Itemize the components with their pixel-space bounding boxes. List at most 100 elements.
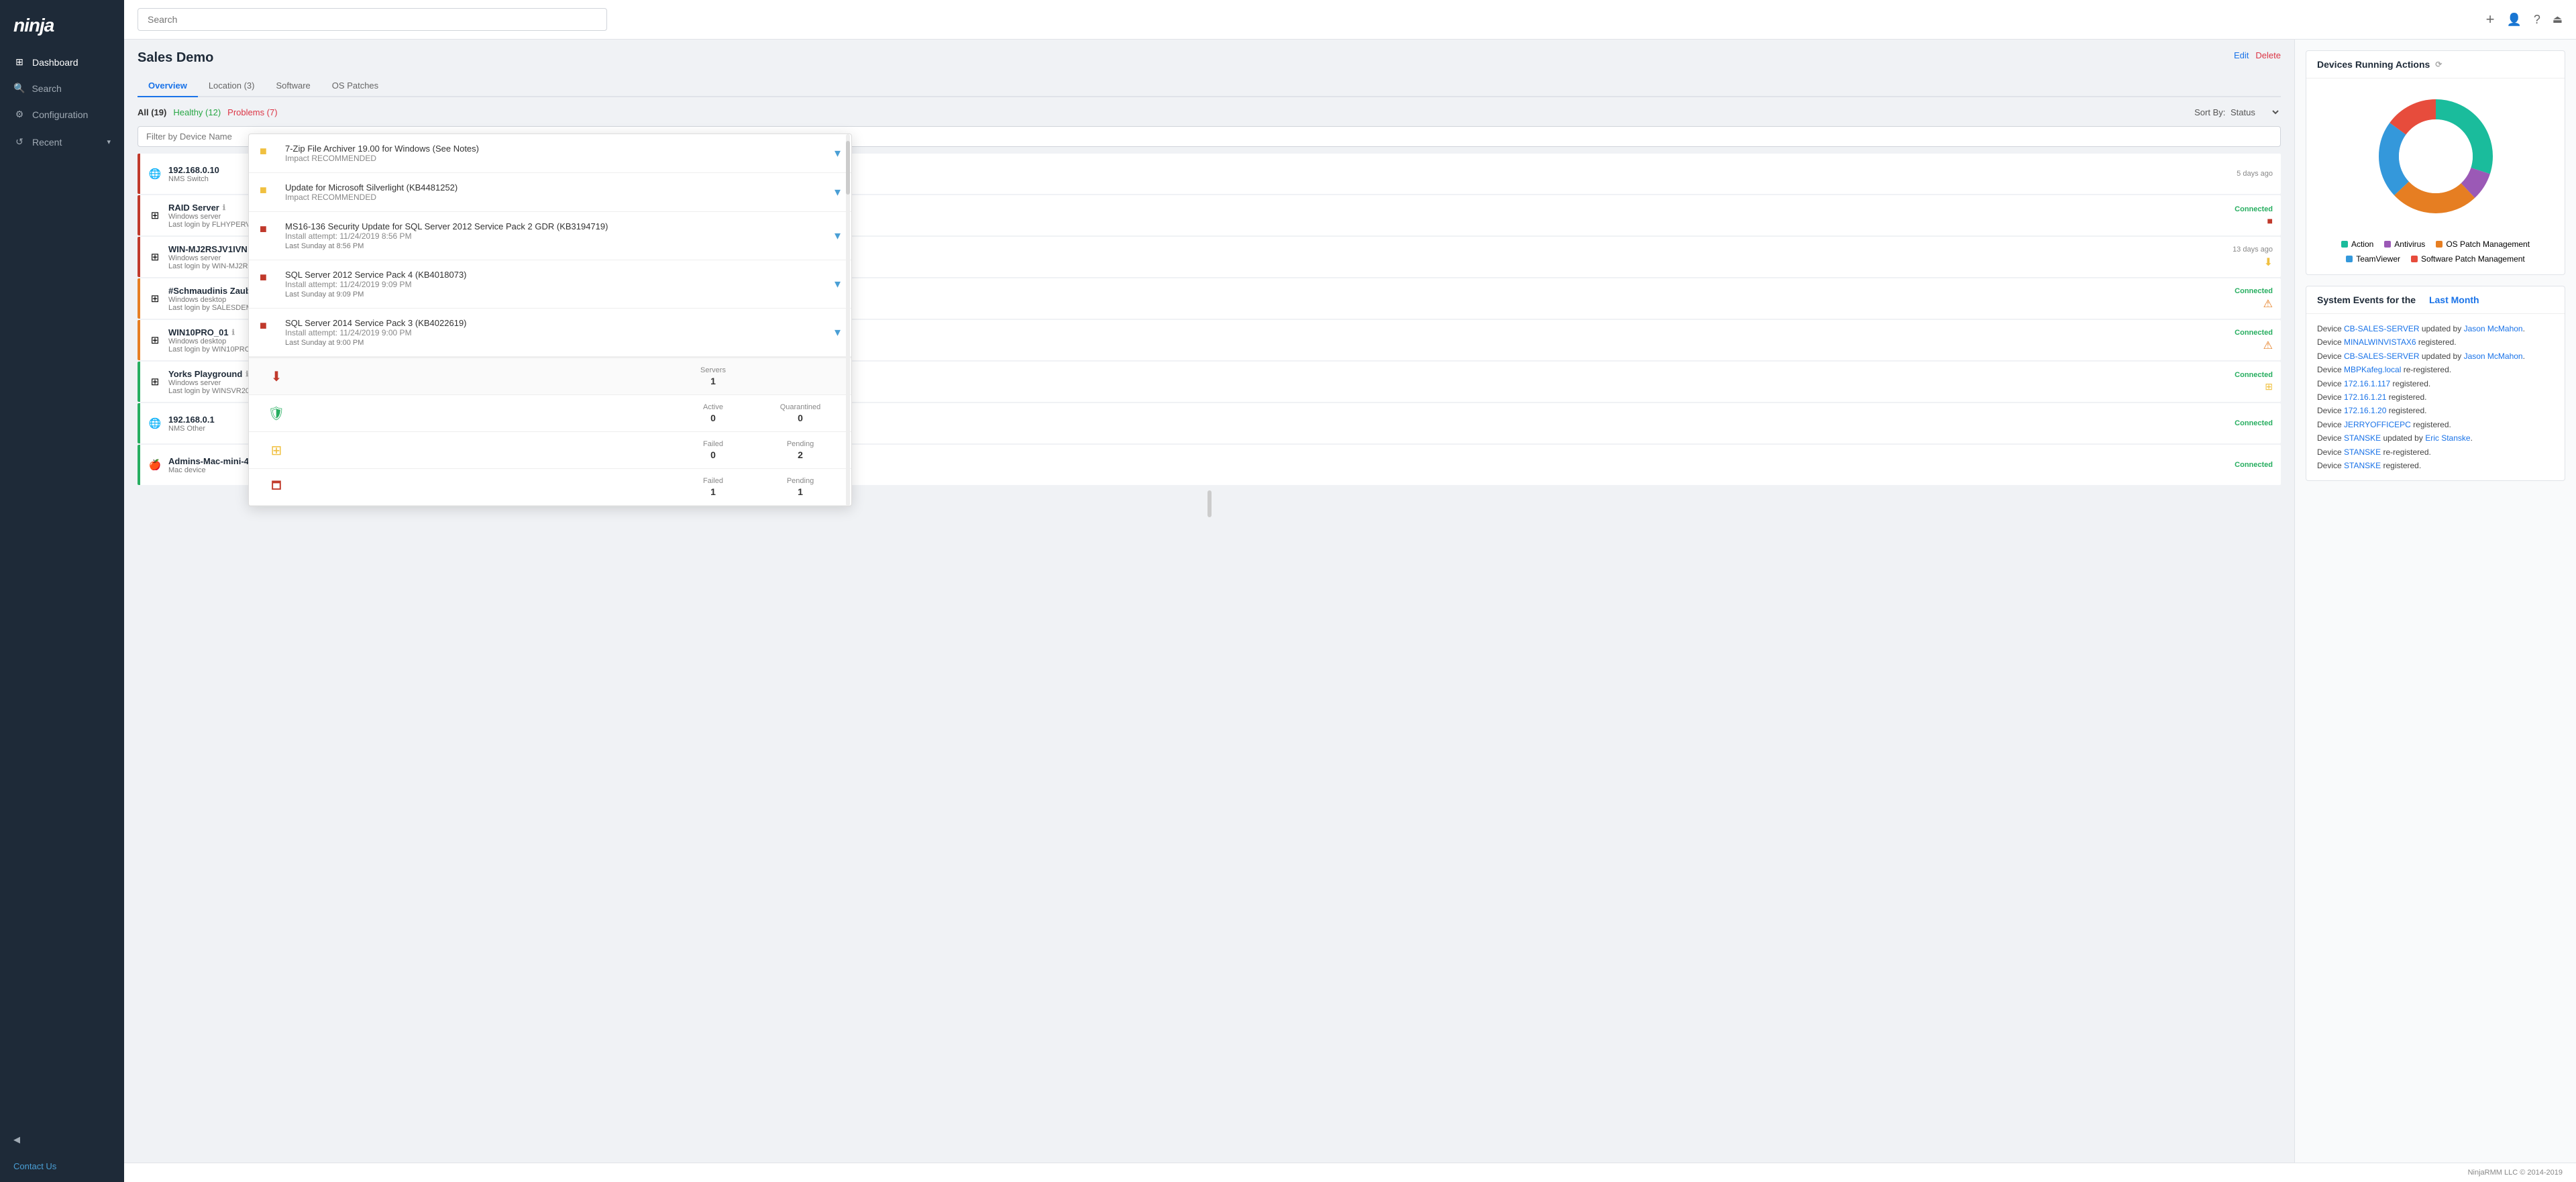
sort-select[interactable]: Status Name Last Seen — [2228, 107, 2281, 118]
filter-problems[interactable]: Problems (7) — [227, 107, 277, 117]
device-status: Connected — [2235, 419, 2273, 427]
device-status: 5 days ago — [2237, 170, 2273, 178]
event-item: Device MBPKafeg.local re-registered. — [2317, 363, 2554, 376]
patch-content: Update for Microsoft Silverlight (KB4481… — [285, 182, 825, 202]
download-icon: ⬇ — [2264, 256, 2273, 269]
patch-item[interactable]: ■ SQL Server 2012 Service Pack 4 (KB4018… — [249, 260, 851, 309]
expand-icon[interactable]: ▾ — [835, 229, 841, 243]
help-icon[interactable]: ? — [2534, 13, 2540, 27]
status-badge: Connected — [2235, 419, 2273, 427]
legend-software-patch: Software Patch Management — [2411, 254, 2525, 264]
recent-icon: ↺ — [13, 136, 25, 148]
patch-item[interactable]: ■ SQL Server 2014 Service Pack 3 (KB4022… — [249, 309, 851, 357]
sidebar-item-search[interactable]: 🔍 Search — [0, 76, 124, 101]
expand-icon[interactable]: ▾ — [835, 185, 841, 199]
tab-location[interactable]: Location (3) — [198, 75, 266, 97]
device-link[interactable]: CB-SALES-SERVER — [2344, 324, 2419, 333]
stats-row-antivirus: 🛡 Active 0 Quarantined 0 — [249, 395, 851, 432]
device-type-icon: ⊞ — [148, 334, 162, 346]
legend-teamviewer: TeamViewer — [2346, 254, 2400, 264]
expand-icon[interactable]: ▾ — [835, 277, 841, 291]
system-events-panel: System Events for the Last Month Device … — [2306, 286, 2565, 481]
patch-content: SQL Server 2014 Service Pack 3 (KB402261… — [285, 318, 825, 347]
user-link[interactable]: Jason McMahon — [2464, 352, 2523, 361]
patch-title: SQL Server 2012 Service Pack 4 (KB401807… — [285, 270, 825, 280]
sidebar-item-configuration[interactable]: ⚙ Configuration — [0, 101, 124, 128]
device-link[interactable]: STANSKE — [2344, 461, 2381, 470]
device-link[interactable]: STANSKE — [2344, 433, 2381, 443]
user-icon[interactable]: 👤 — [2506, 13, 2521, 27]
event-item: Device 172.16.1.21 registered. — [2317, 390, 2554, 404]
device-status: Connected ⊞ — [2235, 371, 2273, 392]
patch-item[interactable]: ■ MS16-136 Security Update for SQL Serve… — [249, 212, 851, 260]
expand-icon[interactable]: ▾ — [835, 325, 841, 339]
info-icon: ℹ — [223, 203, 225, 212]
device-link[interactable]: JERRYOFFICEPC — [2344, 420, 2411, 429]
right-panel: Devices Running Actions ⟳ — [2294, 40, 2576, 1163]
content-area: Sales Demo Edit Delete Overview Location… — [124, 40, 2576, 1163]
event-item: Device STANSKE updated by Eric Stanske. — [2317, 431, 2554, 445]
legend-antivirus: Antivirus — [2384, 239, 2425, 249]
stats-row-os: 🗖 Failed 1 Pending 1 — [249, 469, 851, 506]
logout-icon[interactable]: ⏏ — [2553, 13, 2563, 26]
patch-item[interactable]: ■ Update for Microsoft Silverlight (KB44… — [249, 173, 851, 212]
period-link[interactable]: Last Month — [2429, 294, 2479, 305]
patch-meta: Last Sunday at 8:56 PM — [285, 242, 825, 250]
os-patch-icon: ■ — [260, 270, 276, 284]
device-link[interactable]: 172.16.1.21 — [2344, 392, 2386, 402]
search-input[interactable] — [138, 8, 607, 31]
page-tabs: Overview Location (3) Software OS Patche… — [138, 75, 2281, 97]
warning-icon: ⚠ — [2263, 297, 2273, 311]
device-link[interactable]: MINALWINVISTAX6 — [2344, 337, 2416, 347]
sidebar-item-dashboard[interactable]: ⊞ Dashboard — [0, 48, 124, 76]
sidebar-item-recent[interactable]: ↺ Recent ▾ — [0, 128, 124, 156]
os-patch-icon: ■ — [260, 319, 276, 333]
user-link[interactable]: Eric Stanske — [2425, 433, 2470, 443]
os-patch-icon: ■ — [260, 222, 276, 236]
device-type-icon: ⊞ — [148, 376, 162, 388]
windows-icon: ⊞ — [260, 442, 293, 459]
device-status: 13 days ago ⬇ — [2233, 246, 2273, 269]
legend-label: Antivirus — [2394, 239, 2425, 249]
sidebar-item-label: Dashboard — [32, 57, 78, 68]
device-type-icon: 🌐 — [148, 168, 162, 180]
filter-all[interactable]: All (19) — [138, 107, 166, 117]
user-link[interactable]: Jason McMahon — [2464, 324, 2523, 333]
event-item: Device JERRYOFFICEPC registered. — [2317, 418, 2554, 431]
stats-row-windows: ⊞ Failed 0 Pending 2 — [249, 432, 851, 469]
device-link[interactable]: MBPKafeg.local — [2344, 365, 2401, 374]
device-link[interactable]: STANSKE — [2344, 447, 2381, 457]
patch-subtitle: Impact RECOMMENDED — [285, 154, 825, 163]
patch-subtitle: Install attempt: 11/24/2019 9:00 PM — [285, 328, 825, 337]
sidebar-item-label: Recent — [32, 137, 62, 148]
device-link[interactable]: CB-SALES-SERVER — [2344, 352, 2419, 361]
tab-overview[interactable]: Overview — [138, 75, 198, 97]
event-item: Device CB-SALES-SERVER updated by Jason … — [2317, 350, 2554, 363]
stats-pending2: Pending 1 — [760, 477, 841, 497]
device-link[interactable]: 172.16.1.117 — [2344, 379, 2390, 388]
patch-meta: Last Sunday at 9:00 PM — [285, 339, 825, 347]
patch-item[interactable]: ■ 7-Zip File Archiver 19.00 for Windows … — [249, 134, 851, 173]
status-badge: Connected — [2235, 371, 2273, 379]
patch-meta: Last Sunday at 9:09 PM — [285, 290, 825, 299]
patch-subtitle: Install attempt: 11/24/2019 9:09 PM — [285, 280, 825, 289]
topbar-actions: + 👤 ? ⏏ — [2486, 11, 2563, 28]
device-status: Connected ⚠ — [2235, 329, 2273, 352]
device-link[interactable]: 172.16.1.20 — [2344, 406, 2386, 415]
filter-healthy[interactable]: Healthy (12) — [173, 107, 221, 117]
spinner-icon: ⟳ — [2435, 60, 2442, 69]
expand-icon[interactable]: ▾ — [835, 146, 841, 160]
tab-software[interactable]: Software — [265, 75, 321, 97]
contact-us-link[interactable]: Contact Us — [0, 1154, 124, 1182]
edit-button[interactable]: Edit — [2234, 50, 2249, 60]
stats-failed2: Failed 1 — [673, 477, 753, 497]
add-button[interactable]: + — [2486, 11, 2495, 28]
delete-button[interactable]: Delete — [2255, 50, 2281, 60]
dashboard-icon: ⊞ — [13, 56, 25, 68]
device-type-icon: ⊞ — [148, 251, 162, 263]
system-events-header: System Events for the Last Month — [2306, 286, 2565, 314]
sidebar-collapse-button[interactable]: ◀ — [0, 1125, 124, 1154]
legend-label: Action — [2351, 239, 2373, 249]
tab-os-patches[interactable]: OS Patches — [321, 75, 389, 97]
event-item: Device MINALWINVISTAX6 registered. — [2317, 335, 2554, 349]
